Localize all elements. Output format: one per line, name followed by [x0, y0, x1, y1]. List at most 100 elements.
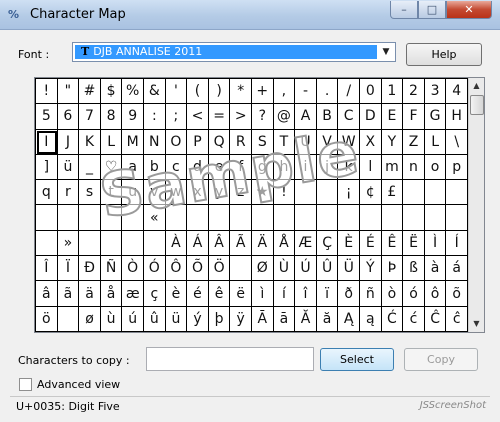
char-cell[interactable]: ð	[338, 281, 360, 307]
char-cell[interactable]	[295, 180, 317, 206]
char-cell[interactable]: I	[36, 129, 58, 155]
char-cell[interactable]	[230, 205, 252, 231]
char-cell[interactable]: Î	[36, 256, 58, 282]
char-cell[interactable]	[295, 205, 317, 231]
char-cell[interactable]: Ú	[295, 256, 317, 282]
char-cell[interactable]: ?	[252, 104, 274, 130]
char-cell[interactable]: v	[144, 180, 166, 206]
char-cell[interactable]: Y	[381, 129, 404, 155]
char-cell[interactable]: i	[295, 154, 317, 181]
char-cell[interactable]: 7	[79, 104, 101, 130]
char-cell[interactable]: à	[424, 256, 447, 282]
char-cell[interactable]	[446, 180, 468, 206]
char-cell[interactable]: G	[424, 104, 447, 130]
char-cell[interactable]: 2	[403, 79, 425, 105]
char-cell[interactable]: V	[316, 129, 339, 155]
char-cell[interactable]: w	[165, 180, 188, 206]
char-cell[interactable]: å	[100, 281, 123, 307]
char-cell[interactable]: H	[446, 104, 468, 130]
char-cell[interactable]: r	[57, 180, 80, 206]
char-cell[interactable]	[403, 205, 425, 231]
char-cell[interactable]: B	[316, 104, 339, 130]
char-cell[interactable]: î	[295, 281, 317, 307]
char-cell[interactable]	[100, 205, 123, 231]
char-cell[interactable]: æ	[122, 281, 144, 307]
char-cell[interactable]: !	[36, 79, 58, 105]
char-cell[interactable]: Ï	[57, 256, 80, 282]
char-cell[interactable]: '	[165, 79, 188, 105]
char-cell[interactable]: S	[252, 129, 274, 155]
char-cell[interactable]: Á	[187, 230, 209, 257]
char-cell[interactable]: Ì	[424, 230, 447, 257]
char-cell[interactable]: Ā	[252, 306, 274, 332]
char-cell[interactable]	[338, 205, 360, 231]
char-cell[interactable]	[36, 230, 58, 257]
char-cell[interactable]	[165, 205, 188, 231]
char-cell[interactable]: á	[446, 256, 468, 282]
char-cell[interactable]: d	[187, 154, 209, 181]
char-cell[interactable]: 4	[446, 79, 468, 105]
char-cell[interactable]: Ù	[273, 256, 296, 282]
char-cell[interactable]	[316, 205, 339, 231]
char-cell[interactable]: R	[230, 129, 252, 155]
char-cell[interactable]: ß	[403, 256, 425, 282]
char-cell[interactable]: ]	[36, 154, 58, 181]
char-cell[interactable]: À	[165, 230, 188, 257]
char-cell[interactable]: ★	[252, 180, 274, 206]
scroll-thumb[interactable]	[470, 95, 484, 115]
char-cell[interactable]	[273, 205, 296, 231]
char-cell[interactable]: ä	[79, 281, 101, 307]
char-cell[interactable]: )	[208, 79, 231, 105]
char-cell[interactable]: í	[273, 281, 296, 307]
char-cell[interactable]: T	[273, 129, 296, 155]
char-cell[interactable]: ò	[381, 281, 404, 307]
char-cell[interactable]	[381, 205, 404, 231]
char-cell[interactable]: f	[230, 154, 252, 181]
char-cell[interactable]: +	[252, 79, 274, 105]
char-cell[interactable]: Ĉ	[424, 306, 447, 332]
char-cell[interactable]	[100, 230, 123, 257]
char-cell[interactable]: L	[100, 129, 123, 155]
char-cell[interactable]: Ă	[295, 306, 317, 332]
char-cell[interactable]: ê	[208, 281, 231, 307]
char-cell[interactable]: ć	[403, 306, 425, 332]
char-cell[interactable]: z	[230, 180, 252, 206]
char-cell[interactable]: 5	[36, 104, 58, 130]
char-cell[interactable]: (	[187, 79, 209, 105]
char-cell[interactable]: Ò	[122, 256, 144, 282]
char-cell[interactable]: ♡	[100, 154, 123, 181]
font-dropdown[interactable]: T DJB ANNALISE 2011 ▼	[72, 42, 396, 62]
char-cell[interactable]: ë	[230, 281, 252, 307]
char-cell[interactable]: È	[338, 230, 360, 257]
char-cell[interactable]	[122, 205, 144, 231]
copy-button[interactable]: Copy	[404, 348, 478, 371]
char-cell[interactable]	[187, 205, 209, 231]
char-cell[interactable]	[36, 205, 58, 231]
char-cell[interactable]: X	[360, 129, 382, 155]
char-cell[interactable]: c	[165, 154, 188, 181]
char-cell[interactable]: L	[424, 129, 447, 155]
char-cell[interactable]: D	[360, 104, 382, 130]
char-cell[interactable]	[252, 205, 274, 231]
char-cell[interactable]	[424, 205, 447, 231]
char-cell[interactable]: è	[165, 281, 188, 307]
char-cell[interactable]: ĉ	[446, 306, 468, 332]
char-cell[interactable]: j	[316, 154, 339, 181]
char-cell[interactable]: <	[187, 104, 209, 130]
char-cell[interactable]: Ö	[208, 256, 231, 282]
char-cell[interactable]: p	[446, 154, 468, 181]
char-cell[interactable]: ç	[144, 281, 166, 307]
char-cell[interactable]: Ã	[230, 230, 252, 257]
char-cell[interactable]	[122, 230, 144, 257]
char-cell[interactable]: b	[144, 154, 166, 181]
char-cell[interactable]: q	[36, 180, 58, 206]
char-cell[interactable]: »	[57, 230, 80, 257]
char-cell[interactable]: k	[338, 154, 360, 181]
char-cell[interactable]	[57, 306, 80, 332]
char-cell[interactable]: ą	[360, 306, 382, 332]
char-cell[interactable]: %	[122, 79, 144, 105]
title-bar[interactable]: % Character Map – □ ✕	[0, 0, 500, 30]
scroll-up-arrow-icon[interactable]: ▲	[469, 78, 484, 94]
char-cell[interactable]: â	[36, 281, 58, 307]
char-cell[interactable]: m	[381, 154, 404, 181]
